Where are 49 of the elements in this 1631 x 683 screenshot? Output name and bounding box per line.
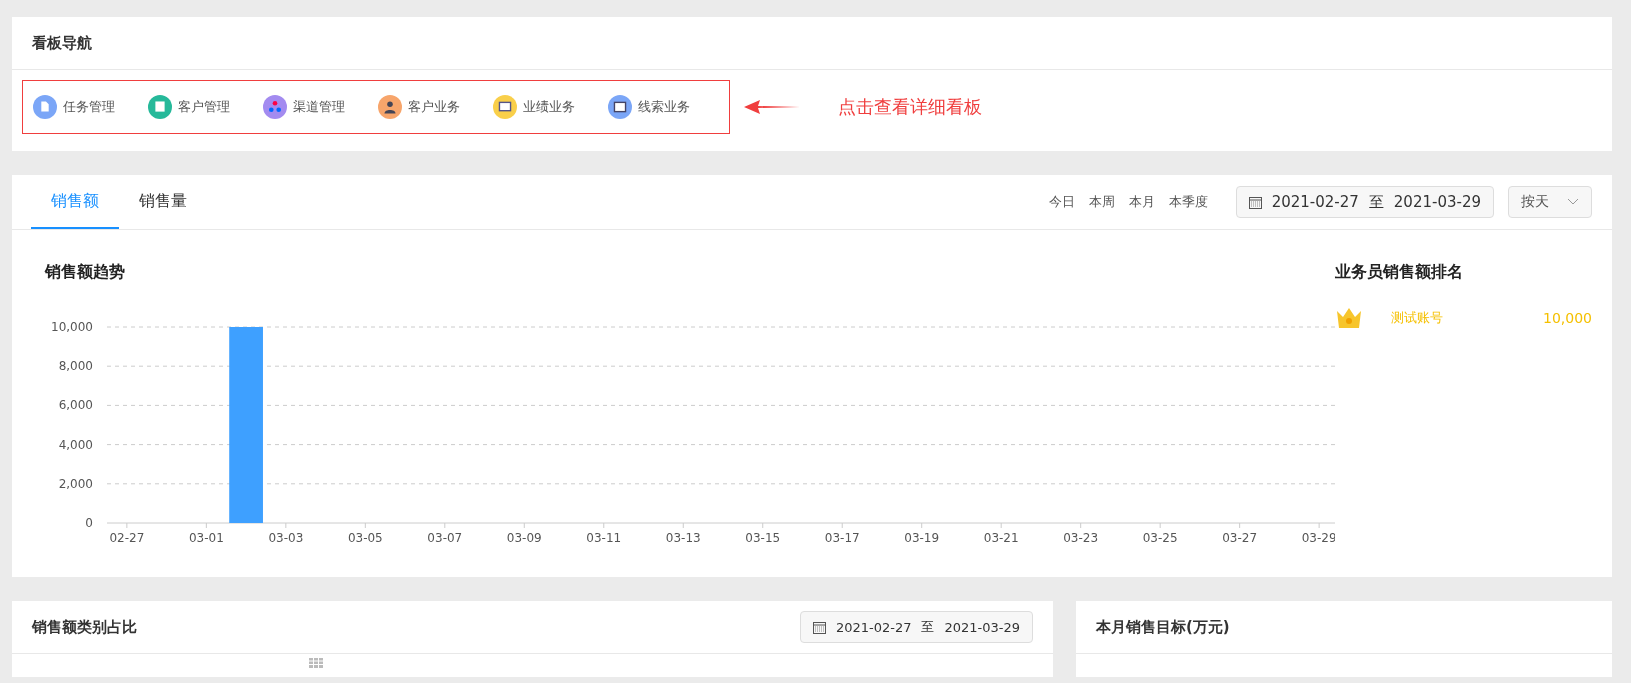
grid-icon — [309, 658, 323, 668]
x-axis-label: 03-01 — [188, 531, 224, 545]
x-axis-label: 03-25 — [1142, 531, 1178, 545]
period-link[interactable]: 今日 — [1048, 193, 1075, 211]
date-range-field[interactable]: 2021-02-27 至 2021-03-29 — [1235, 186, 1494, 218]
dashboard-link[interactable]: 业绩业务 — [493, 95, 604, 119]
x-axis-label: 03-11 — [586, 531, 622, 545]
x-axis-label: 03-05 — [347, 531, 383, 545]
y-axis-label: 10,000 — [51, 320, 93, 334]
granularity-select[interactable]: 按天 — [1508, 186, 1592, 218]
card-title: 本月销售目标(万元) — [1096, 617, 1230, 637]
x-axis-label: 03-03 — [268, 531, 304, 545]
period-link[interactable]: 本月 — [1128, 193, 1155, 211]
x-axis-label: 03-19 — [904, 531, 940, 545]
card-title: 看板导航 — [32, 33, 92, 53]
dashboard-link[interactable]: 任务管理 — [33, 95, 144, 119]
x-axis-label: 03-17 — [824, 531, 860, 545]
x-axis-label: 02-27 — [109, 531, 145, 545]
y-axis-label: 6,000 — [58, 398, 93, 413]
salesperson-name: 测试账号 — [1391, 309, 1444, 327]
period-link[interactable]: 本周 — [1088, 193, 1115, 211]
y-axis-label: 2,000 — [58, 476, 93, 491]
dashboard-link[interactable]: 客户管理 — [148, 95, 259, 119]
dashboard-link[interactable]: 线索业务 — [608, 95, 719, 119]
period-link[interactable]: 本季度 — [1168, 193, 1208, 211]
x-axis-label: 03-21 — [983, 531, 1019, 545]
chevron-down-icon — [1567, 198, 1579, 206]
x-axis-label: 03-09 — [506, 531, 542, 545]
sales-amount: 10,000 — [1543, 310, 1592, 326]
y-axis-label: 4,000 — [58, 437, 93, 452]
card-title: 销售额类别占比 — [32, 617, 137, 637]
x-axis-label: 03-15 — [745, 531, 781, 545]
annotation-text: 点击查看详细看板 — [838, 95, 982, 119]
date-range-field[interactable]: 2021-02-27 至 2021-03-29 — [799, 611, 1033, 643]
chart-title: 销售额趋势 — [45, 262, 126, 283]
ranking-title: 业务员销售额排名 — [1335, 262, 1464, 283]
crown-icon — [1335, 307, 1363, 329]
y-axis-label: 0 — [85, 516, 93, 530]
calendar-icon — [1248, 195, 1262, 209]
y-axis-label: 8,000 — [58, 359, 93, 374]
calendar-icon — [812, 620, 826, 634]
x-axis-label: 03-27 — [1222, 531, 1258, 545]
x-axis-label: 03-07 — [427, 531, 463, 545]
dashboard-link[interactable]: 渠道管理 — [263, 95, 374, 119]
x-axis-label: 03-29 — [1301, 531, 1335, 545]
dashboard-link[interactable]: 客户业务 — [378, 95, 489, 119]
tab[interactable]: 销售量 — [119, 175, 207, 229]
x-axis-label: 03-23 — [1063, 531, 1099, 545]
x-axis-label: 03-13 — [665, 531, 701, 545]
